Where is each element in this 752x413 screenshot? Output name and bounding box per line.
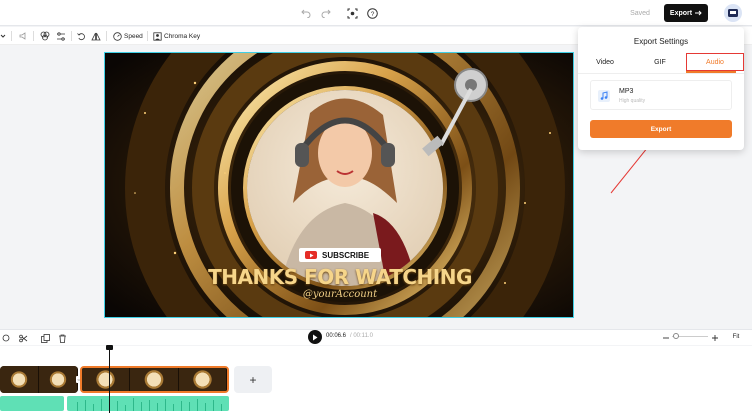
format-name: MP3	[619, 88, 634, 95]
audio-track-1[interactable]	[0, 396, 64, 411]
tab-audio[interactable]: Audio	[686, 53, 744, 71]
clip-thumbnail	[39, 366, 78, 393]
video-clip-2-selected[interactable]	[80, 366, 229, 393]
zoom-slider-thumb[interactable]	[673, 333, 679, 339]
zoom-out-icon[interactable]	[661, 333, 671, 343]
tab-divider	[578, 73, 744, 74]
clip-thumbnail	[130, 368, 179, 391]
scissors-icon[interactable]	[18, 333, 28, 343]
tab-video[interactable]: Video	[584, 53, 626, 71]
format-quality: High quality	[619, 98, 646, 104]
export-settings-title: Export Settings	[633, 37, 689, 46]
play-icon	[313, 334, 318, 340]
clip-thumbnail	[82, 368, 131, 391]
tab-gif[interactable]: GIF	[638, 53, 682, 71]
clip-thumbnail	[0, 366, 39, 393]
duplicate-icon[interactable]	[40, 333, 50, 343]
playhead-line[interactable]	[109, 346, 110, 413]
total-time: / 00:11.0	[350, 333, 373, 339]
active-tab-indicator	[686, 71, 736, 73]
audio-waveform	[77, 398, 222, 411]
format-option-mp3[interactable]: MP3 High quality	[590, 80, 732, 110]
add-clip-button[interactable]: +	[234, 366, 272, 393]
export-audio-button[interactable]: Export	[590, 120, 732, 138]
current-time: 00:06.6	[326, 333, 347, 339]
playhead-handle[interactable]	[106, 345, 113, 350]
total-time-value: 00:11.0	[353, 333, 373, 339]
delete-icon[interactable]	[57, 333, 67, 343]
clip-thumbnail	[178, 368, 227, 391]
audio-track-2[interactable]	[67, 396, 229, 411]
timeline-controls	[0, 329, 752, 345]
fit-button[interactable]: Fit	[726, 331, 746, 342]
play-button[interactable]	[308, 330, 322, 344]
video-clip-1[interactable]	[0, 366, 78, 393]
export-settings-panel: Export Settings Video GIF Audio MP3 High…	[578, 27, 744, 150]
zoom-in-icon[interactable]	[710, 333, 720, 343]
music-note-icon	[596, 88, 612, 104]
split-view-icon[interactable]	[1, 333, 11, 343]
